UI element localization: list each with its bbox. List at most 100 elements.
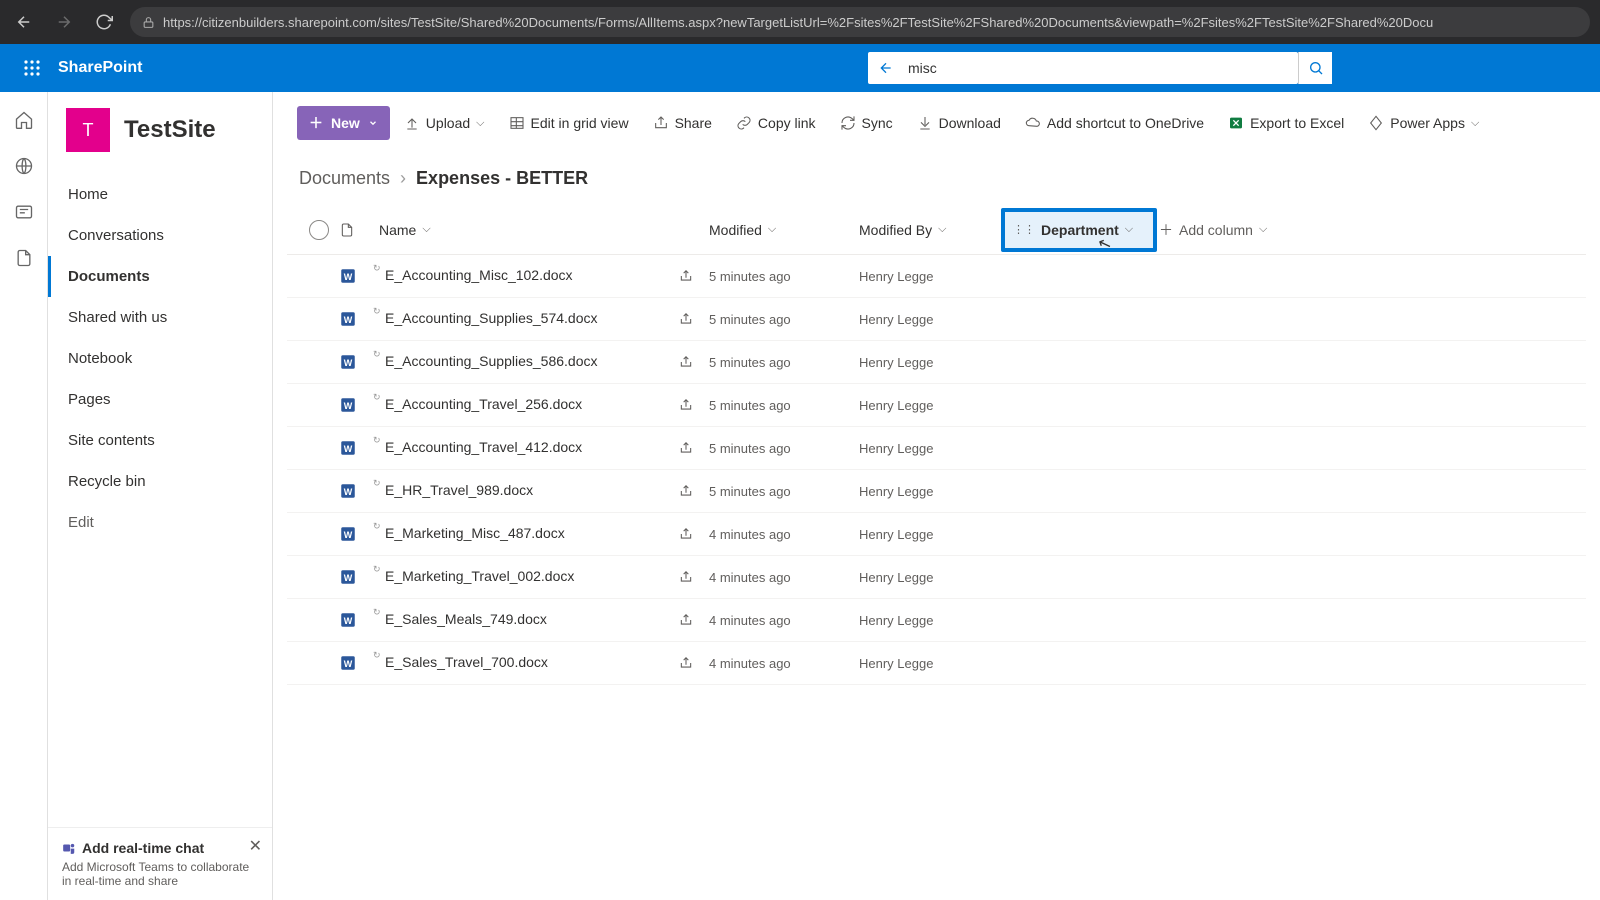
- teams-callout-body: Add Microsoft Teams to collaborate in re…: [62, 860, 258, 888]
- search-box[interactable]: [868, 52, 1298, 84]
- share-row-icon[interactable]: [679, 355, 709, 369]
- svg-text:W: W: [344, 401, 353, 411]
- file-name[interactable]: E_Accounting_Misc_102.docx: [379, 267, 573, 283]
- sidebar-item-notebook[interactable]: Notebook: [48, 338, 272, 379]
- download-button[interactable]: Download: [907, 109, 1011, 137]
- edit-grid-button[interactable]: Edit in grid view: [499, 109, 639, 137]
- column-modified-by[interactable]: Modified By⌵: [859, 222, 999, 238]
- breadcrumb-root[interactable]: Documents: [299, 168, 390, 189]
- sidebar-item-shared-with-us[interactable]: Shared with us: [48, 297, 272, 338]
- sidebar-item-pages[interactable]: Pages: [48, 379, 272, 420]
- file-name[interactable]: E_Accounting_Travel_256.docx: [379, 396, 582, 412]
- export-excel-button[interactable]: Export to Excel: [1218, 109, 1354, 137]
- modified-by-cell: Henry Legge: [859, 484, 999, 499]
- rail-files-icon[interactable]: [14, 248, 34, 268]
- table-row[interactable]: WE_Accounting_Travel_412.docx5 minutes a…: [287, 427, 1586, 470]
- table-row[interactable]: WE_HR_Travel_989.docx5 minutes agoHenry …: [287, 470, 1586, 513]
- share-row-icon[interactable]: [679, 656, 709, 670]
- column-modified[interactable]: Modified⌵: [709, 222, 859, 238]
- modified-cell: 5 minutes ago: [709, 398, 859, 413]
- modified-by-cell: Henry Legge: [859, 441, 999, 456]
- sidebar-item-documents[interactable]: Documents: [48, 256, 272, 297]
- teams-callout-title: Add real-time chat: [82, 840, 204, 856]
- modified-cell: 5 minutes ago: [709, 484, 859, 499]
- modified-cell: 4 minutes ago: [709, 656, 859, 671]
- table-row[interactable]: WE_Accounting_Supplies_574.docx5 minutes…: [287, 298, 1586, 341]
- file-name[interactable]: E_Marketing_Travel_002.docx: [379, 568, 574, 584]
- sharepoint-brand[interactable]: SharePoint: [58, 59, 142, 77]
- share-row-icon[interactable]: [679, 269, 709, 283]
- sidebar-item-site-contents[interactable]: Site contents: [48, 420, 272, 461]
- column-department[interactable]: ⋮⋮ Department ⌵ ↖: [1001, 208, 1157, 252]
- app-rail: [0, 92, 48, 900]
- browser-forward-button[interactable]: [50, 8, 78, 36]
- plus-icon: ＋: [1159, 220, 1173, 240]
- app-launcher-icon[interactable]: [8, 44, 56, 92]
- modified-cell: 5 minutes ago: [709, 441, 859, 456]
- file-name[interactable]: E_Marketing_Misc_487.docx: [379, 525, 565, 541]
- share-row-icon[interactable]: [679, 441, 709, 455]
- table-row[interactable]: WE_Marketing_Travel_002.docx4 minutes ag…: [287, 556, 1586, 599]
- search-back-icon[interactable]: [868, 60, 904, 76]
- breadcrumb: Documents › Expenses - BETTER: [273, 150, 1600, 199]
- rail-news-icon[interactable]: [14, 202, 34, 222]
- plus-icon: ＋: [309, 113, 323, 133]
- search-button[interactable]: [1298, 52, 1332, 84]
- share-row-icon[interactable]: [679, 312, 709, 326]
- new-button-label: New: [331, 115, 360, 131]
- browser-url-bar[interactable]: https://citizenbuilders.sharepoint.com/s…: [130, 7, 1590, 37]
- share-button[interactable]: Share: [643, 109, 722, 137]
- rail-globe-icon[interactable]: [14, 156, 34, 176]
- table-row[interactable]: WE_Sales_Meals_749.docx4 minutes agoHenr…: [287, 599, 1586, 642]
- modified-cell: 4 minutes ago: [709, 570, 859, 585]
- share-row-icon[interactable]: [679, 613, 709, 627]
- modified-by-cell: Henry Legge: [859, 527, 999, 542]
- new-button[interactable]: ＋ New: [297, 106, 390, 140]
- table-row[interactable]: WE_Accounting_Supplies_586.docx5 minutes…: [287, 341, 1586, 384]
- svg-text:W: W: [344, 272, 353, 282]
- select-all-toggle[interactable]: [309, 220, 329, 240]
- close-icon[interactable]: ✕: [249, 836, 262, 856]
- modified-by-cell: Henry Legge: [859, 570, 999, 585]
- file-name[interactable]: E_Accounting_Travel_412.docx: [379, 439, 582, 455]
- sharepoint-header: SharePoint: [0, 44, 1600, 92]
- table-row[interactable]: W E_Accounting_Travel_256.docx 5 minutes a…: [287, 384, 1586, 427]
- table-row[interactable]: WE_Sales_Travel_700.docx4 minutes agoHen…: [287, 642, 1586, 685]
- file-name[interactable]: E_Accounting_Supplies_574.docx: [379, 310, 598, 326]
- sidebar-item-home[interactable]: Home: [48, 174, 272, 215]
- table-row[interactable]: WE_Accounting_Misc_102.docx5 minutes ago…: [287, 255, 1586, 298]
- sidebar-item-conversations[interactable]: Conversations: [48, 215, 272, 256]
- sync-button[interactable]: Sync: [830, 109, 903, 137]
- column-name[interactable]: Name⌵: [379, 222, 679, 238]
- search-input[interactable]: [904, 60, 1298, 76]
- drag-handle-icon[interactable]: ⋮⋮: [1013, 223, 1035, 236]
- file-name[interactable]: E_HR_Travel_989.docx: [379, 482, 533, 498]
- sidebar-item-recycle-bin[interactable]: Recycle bin: [48, 461, 272, 502]
- browser-reload-button[interactable]: [90, 8, 118, 36]
- modified-by-cell: Henry Legge: [859, 398, 999, 413]
- power-apps-button[interactable]: Power Apps⌵: [1358, 109, 1489, 137]
- site-title[interactable]: TestSite: [124, 116, 216, 144]
- site-logo[interactable]: T: [66, 108, 110, 152]
- share-row-icon[interactable]: [679, 398, 709, 412]
- add-shortcut-button[interactable]: Add shortcut to OneDrive: [1015, 109, 1214, 137]
- sidebar-edit-link[interactable]: Edit: [48, 502, 272, 543]
- link-icon: [736, 115, 752, 131]
- share-row-icon[interactable]: [679, 527, 709, 541]
- table-row[interactable]: WE_Marketing_Misc_487.docx4 minutes agoH…: [287, 513, 1586, 556]
- share-row-icon[interactable]: [679, 484, 709, 498]
- svg-text:W: W: [344, 659, 353, 669]
- chevron-down-icon: ⌵: [422, 223, 430, 236]
- rail-home-icon[interactable]: [14, 110, 34, 130]
- modified-by-cell: Henry Legge: [859, 312, 999, 327]
- upload-button[interactable]: Upload⌵: [394, 109, 495, 137]
- browser-back-button[interactable]: [10, 8, 38, 36]
- modified-cell: 4 minutes ago: [709, 613, 859, 628]
- file-name[interactable]: E_Sales_Meals_749.docx: [379, 611, 547, 627]
- share-row-icon[interactable]: [679, 570, 709, 584]
- add-column-button[interactable]: ＋Add column⌵: [1159, 220, 1299, 240]
- file-name[interactable]: E_Sales_Travel_700.docx: [379, 654, 548, 670]
- chevron-down-icon: ⌵: [768, 223, 776, 236]
- file-name[interactable]: E_Accounting_Supplies_586.docx: [379, 353, 598, 369]
- copy-link-button[interactable]: Copy link: [726, 109, 826, 137]
